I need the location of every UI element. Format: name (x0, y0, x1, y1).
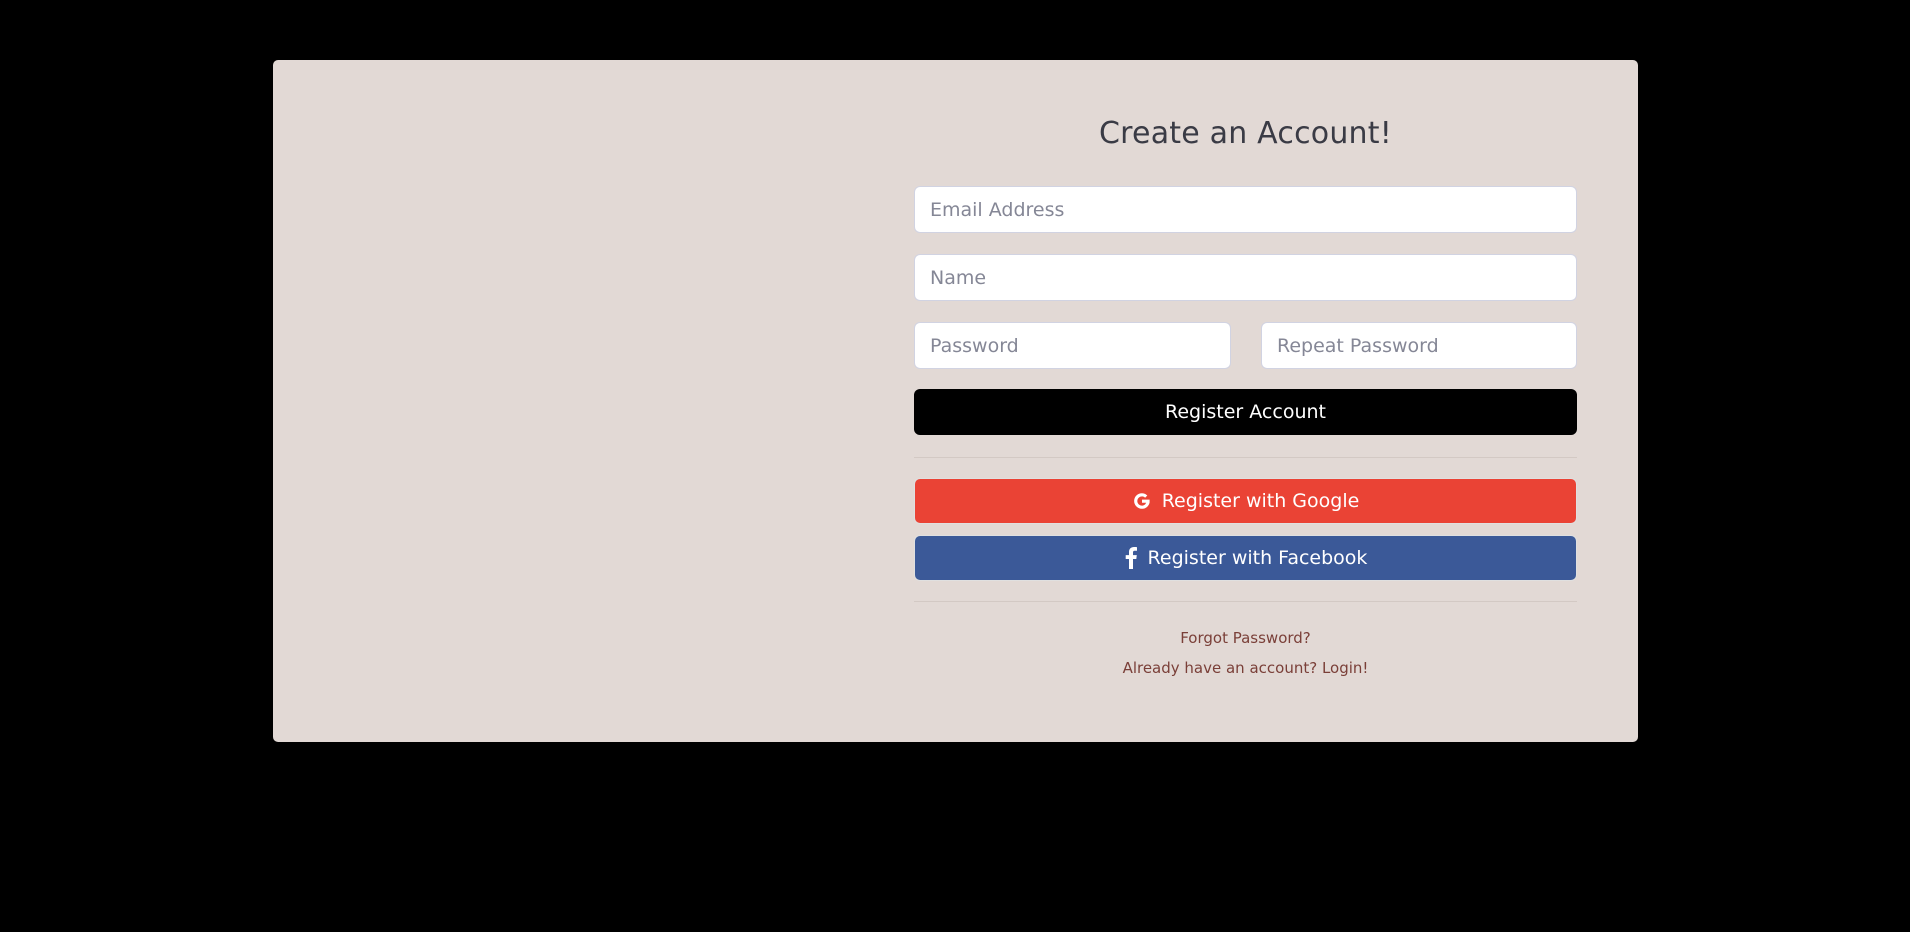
repeat-password-field[interactable] (1261, 322, 1577, 369)
login-link[interactable]: Already have an account? Login! (914, 659, 1577, 677)
google-button-label: Register with Google (1161, 490, 1360, 512)
name-field[interactable] (914, 254, 1577, 301)
register-account-button[interactable]: Register Account (914, 389, 1577, 435)
page-title: Create an Account! (1099, 116, 1392, 151)
register-with-facebook-button[interactable]: Register with Facebook (914, 535, 1577, 581)
divider (914, 601, 1577, 602)
password-field[interactable] (914, 322, 1231, 369)
email-field[interactable] (914, 186, 1577, 233)
google-icon (1132, 491, 1152, 511)
register-card: Create an Account! Register Account Regi… (273, 60, 1638, 742)
facebook-icon (1124, 547, 1138, 569)
divider (914, 457, 1577, 458)
register-account-label: Register Account (1165, 401, 1326, 423)
forgot-password-link[interactable]: Forgot Password? (914, 629, 1577, 647)
register-with-google-button[interactable]: Register with Google (914, 478, 1577, 524)
facebook-button-label: Register with Facebook (1147, 547, 1368, 569)
